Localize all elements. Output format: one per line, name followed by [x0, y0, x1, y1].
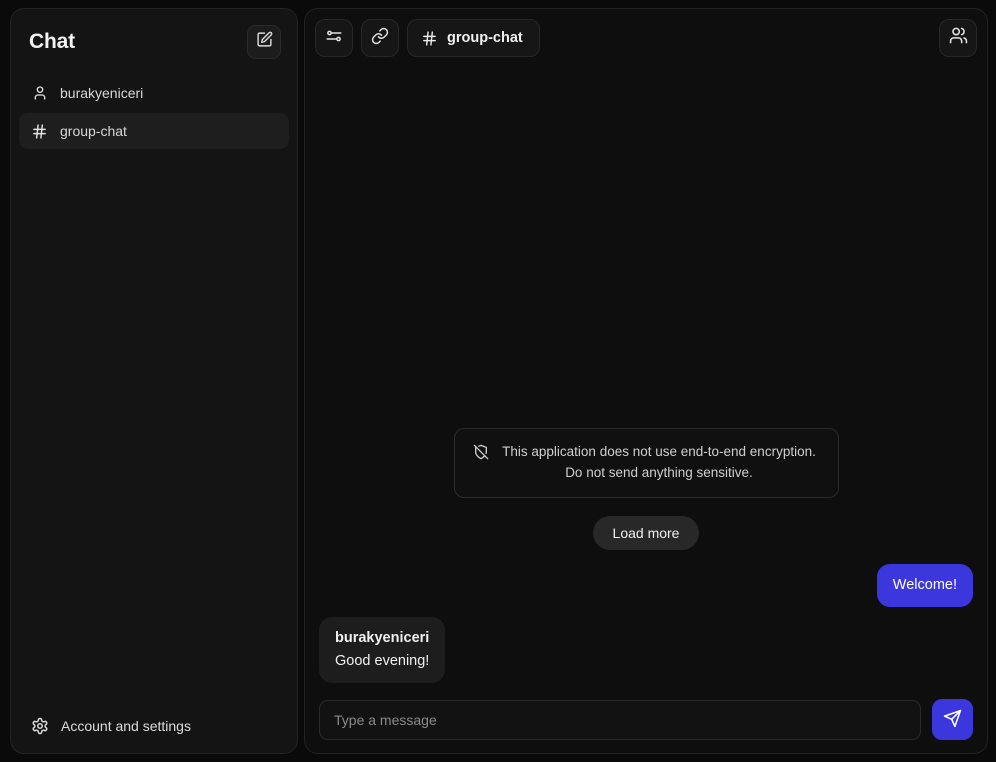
sidebar-header: Chat	[19, 19, 289, 65]
message-sender: burakyeniceri	[335, 628, 429, 649]
current-room-label: group-chat	[447, 30, 523, 46]
load-more-wrap: Load more	[319, 516, 973, 550]
encryption-notice: This application does not use end-to-end…	[454, 428, 839, 498]
encryption-notice-text: This application does not use end-to-end…	[499, 442, 820, 484]
sidebar-item-label: burakyeniceri	[60, 85, 143, 101]
message-row: Welcome!	[319, 564, 973, 607]
page-title: Chat	[29, 30, 75, 54]
chat-app: Chat burakyeniceri	[0, 0, 996, 762]
sidebar-item-burakyeniceri[interactable]: burakyeniceri	[19, 75, 289, 111]
sidebar-footer-label: Account and settings	[61, 718, 191, 734]
hash-icon	[31, 123, 48, 140]
link-icon	[371, 27, 389, 50]
copy-invite-link-button[interactable]	[361, 19, 399, 57]
message-composer	[305, 699, 987, 753]
square-pen-icon	[256, 31, 273, 53]
chat-panel: group-chat	[304, 8, 988, 754]
members-button[interactable]	[939, 19, 977, 57]
user-icon	[31, 85, 48, 102]
message-list[interactable]: This application does not use end-to-end…	[305, 65, 987, 699]
channel-list: burakyeniceri group-chat	[19, 75, 289, 707]
message-bubble-incoming[interactable]: burakyeniceri Good evening!	[319, 617, 445, 683]
sidebar-item-account-and-settings[interactable]: Account and settings	[19, 707, 289, 745]
shield-off-icon	[473, 444, 489, 467]
current-room-badge[interactable]: group-chat	[407, 19, 540, 57]
users-icon	[949, 26, 968, 50]
message-text: Good evening!	[335, 653, 429, 669]
encryption-notice-line2: Do not send anything sensitive.	[565, 465, 753, 480]
sidebar-item-label: group-chat	[60, 123, 127, 139]
load-more-button[interactable]: Load more	[593, 516, 700, 550]
chat-settings-button[interactable]	[315, 19, 353, 57]
chat-toolbar: group-chat	[305, 9, 987, 65]
compose-button[interactable]	[247, 25, 281, 59]
sidebar: Chat burakyeniceri	[10, 8, 298, 754]
send-button[interactable]	[932, 699, 973, 740]
gear-icon	[31, 717, 49, 735]
encryption-notice-line1: This application does not use end-to-end…	[502, 444, 816, 459]
sidebar-item-group-chat[interactable]: group-chat	[19, 113, 289, 149]
sliders-horizontal-icon	[325, 27, 343, 50]
message-input[interactable]	[319, 700, 921, 740]
hash-icon	[421, 30, 438, 47]
send-icon	[943, 709, 962, 731]
message-bubble-outgoing[interactable]: Welcome!	[877, 564, 973, 607]
message-text: Welcome!	[893, 577, 957, 593]
message-row: burakyeniceri Good evening!	[319, 617, 973, 683]
